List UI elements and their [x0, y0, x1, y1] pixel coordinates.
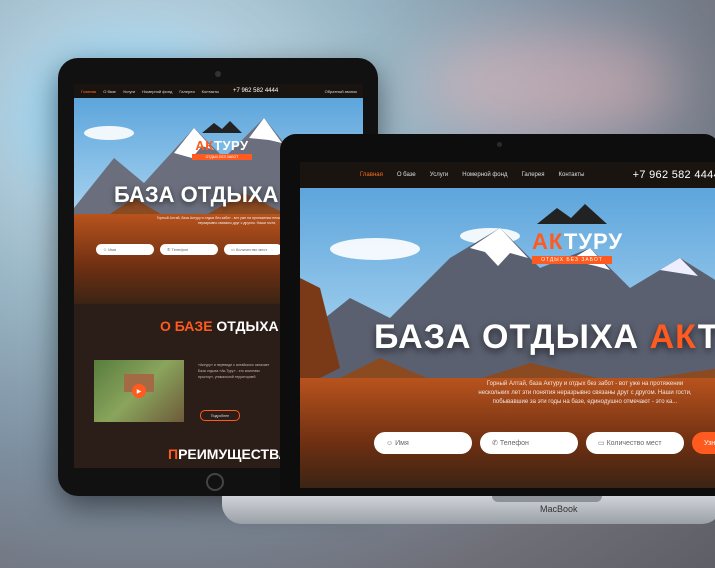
- laptop-hero-title: БАЗА ОТДЫХА АКТУРУ: [374, 318, 715, 357]
- tablet-about-accent: О БАЗЕ: [160, 318, 213, 334]
- bed-icon: ▭: [598, 440, 605, 447]
- tablet-guests-input[interactable]: ▭ Количество мест: [224, 244, 282, 255]
- background-glow-pink: [420, 30, 680, 140]
- tablet-callback-link[interactable]: Обратный звонок: [325, 89, 357, 94]
- laptop-guests-input[interactable]: ▭ Количество мест: [586, 432, 684, 454]
- tablet-about-heading: О БАЗЕ ОТДЫХА: [160, 318, 279, 334]
- tablet-about-video[interactable]: ▶: [94, 360, 184, 422]
- tablet-desc-line1: Горный Алтай, база Актуру и отдых без за…: [156, 216, 272, 220]
- phone-icon: ✆: [167, 247, 171, 252]
- laptop-camera: [497, 142, 502, 147]
- laptop-booking-form: ☺ Имя ✆ Телефон ▭ Количество мест Узна: [374, 432, 715, 454]
- laptop-desc-line2: нескольких лет эти понятия неразрывно св…: [478, 390, 692, 396]
- tablet-nav-about[interactable]: О базе: [103, 89, 116, 94]
- tablet-booking-form: ☺ Имя ✆ Телефон ▭ Количество мест: [96, 244, 282, 255]
- laptop-phone-placeholder: Телефон: [499, 439, 529, 447]
- laptop-screen: Главная О базе Услуги Номерной фонд Гале…: [300, 162, 715, 488]
- tablet-advantages-rest: РЕИМУЩЕСТВА: [178, 446, 289, 462]
- tablet-logo-mountain-icon: [202, 121, 242, 133]
- tablet-camera: [215, 71, 221, 77]
- laptop-desc-line1: Горный Алтай, база Актуру и отдых без за…: [486, 381, 684, 387]
- laptop-logo-ak: АК: [532, 229, 564, 254]
- tablet-home-button[interactable]: [206, 473, 224, 491]
- laptop-phone[interactable]: +7 962 582 4444: [633, 169, 715, 181]
- tablet-more-button[interactable]: Подробнее: [200, 410, 240, 421]
- laptop-hero-title-main: БАЗА ОТДЫХА: [374, 318, 650, 356]
- laptop-desc-line3: побывавшие за эти годы на базе, единодуш…: [492, 399, 678, 405]
- tablet-logo-rest: ТУРУ: [214, 138, 249, 153]
- laptop-nav-services[interactable]: Услуги: [430, 172, 448, 178]
- tablet-nav-home[interactable]: Главная: [81, 89, 96, 94]
- laptop-hero: АКТУРУ ОТДЫХ БЕЗ ЗАБОТ БАЗА ОТДЫХА АКТУР…: [300, 188, 715, 488]
- laptop-nav-about[interactable]: О базе: [397, 172, 416, 178]
- laptop-nav-rooms[interactable]: Номерной фонд: [462, 172, 507, 178]
- phone-icon: ✆: [492, 440, 498, 447]
- bed-icon: ▭: [231, 247, 235, 252]
- tablet-name-input[interactable]: ☺ Имя: [96, 244, 154, 255]
- laptop-logo[interactable]: АКТУРУ ОТДЫХ БЕЗ ЗАБОТ: [532, 204, 622, 264]
- tablet-phone[interactable]: +7 962 582 4444: [233, 88, 278, 94]
- tablet-nav-services[interactable]: Услуги: [123, 89, 135, 94]
- tablet-logo-ak: АК: [195, 138, 215, 153]
- tablet-advantages-heading: ПРЕИМУЩЕСТВА: [168, 446, 289, 462]
- tablet-advantages-first: П: [168, 446, 179, 462]
- tablet-logo[interactable]: АКТУРУ ОТДЫХ БЕЗ ЗАБОТ: [192, 120, 252, 160]
- laptop-device: Главная О базе Услуги Номерной фонд Гале…: [280, 134, 715, 498]
- tablet-name-placeholder: Имя: [108, 247, 117, 252]
- laptop-notch: [492, 496, 602, 502]
- tablet-about-rest: ОТДЫХА: [212, 318, 279, 334]
- laptop-hero-title-accent: АК: [649, 318, 698, 356]
- tablet-nav-contacts[interactable]: Контакты: [202, 89, 219, 94]
- laptop-logo-tagline: ОТДЫХ БЕЗ ЗАБОТ: [532, 256, 612, 264]
- laptop-brand-label: MacBook: [540, 504, 578, 514]
- laptop-nav-gallery[interactable]: Галерея: [521, 172, 544, 178]
- laptop-logo-mountain-icon: [537, 204, 607, 224]
- laptop-phone-input[interactable]: ✆ Телефон: [480, 432, 578, 454]
- laptop-hero-description: Горный Алтай, база Актуру и отдых без за…: [450, 380, 715, 407]
- laptop-name-placeholder: Имя: [395, 439, 409, 447]
- tablet-nav-rooms[interactable]: Номерной фонд: [142, 89, 172, 94]
- play-icon[interactable]: ▶: [132, 384, 146, 398]
- laptop-base: MacBook: [222, 496, 715, 524]
- laptop-logo-rest: ТУРУ: [563, 229, 624, 254]
- laptop-guests-placeholder: Количество мест: [606, 439, 662, 447]
- laptop-hero-title-tail: ТУРУ: [697, 318, 715, 356]
- laptop-name-input[interactable]: ☺ Имя: [374, 432, 472, 454]
- laptop-nav-home[interactable]: Главная: [360, 172, 383, 178]
- tablet-phone-placeholder: Телефон: [171, 247, 189, 252]
- tablet-nav-gallery[interactable]: Галерея: [179, 89, 194, 94]
- user-icon: ☺: [386, 439, 394, 447]
- laptop-submit-button[interactable]: Узна: [692, 432, 715, 454]
- user-icon: ☺: [103, 247, 108, 252]
- tablet-phone-input[interactable]: ✆ Телефон: [160, 244, 218, 255]
- laptop-nav-contacts[interactable]: Контакты: [558, 172, 584, 178]
- tablet-logo-tagline: ОТДЫХ БЕЗ ЗАБОТ: [192, 154, 252, 160]
- laptop-navbar: Главная О базе Услуги Номерной фонд Гале…: [300, 162, 715, 188]
- tablet-guests-placeholder: Количество мест: [235, 247, 268, 252]
- tablet-hero-title-main: БАЗА ОТДЫХА: [114, 182, 285, 207]
- tablet-navbar: Главная О базе Услуги Номерной фонд Гале…: [74, 84, 363, 98]
